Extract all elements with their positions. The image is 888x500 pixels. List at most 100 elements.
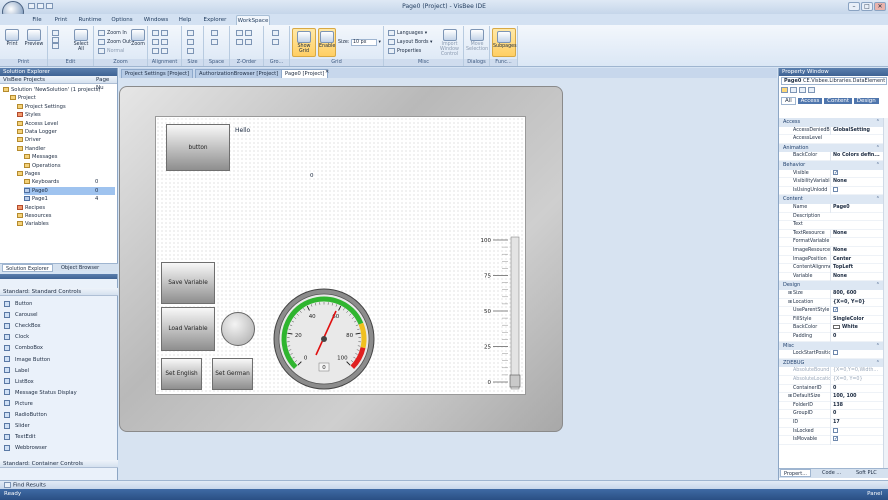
tree-node[interactable]: Project [10,94,115,102]
minimize-button[interactable]: – [848,2,860,11]
property-value[interactable]: GlobalSetting [830,126,888,136]
property-row[interactable]: ImagePosition Center [779,255,888,265]
indicator-lamp[interactable] [221,312,255,346]
toolbox-item[interactable]: ComboBox [4,343,43,353]
tab-authorization-browser[interactable]: AuthorizationBrowser [Project] [195,69,283,78]
property-value[interactable] [830,350,888,359]
property-value[interactable]: {X=0,Y=0,Width... [830,367,888,376]
import-window-control-button[interactable]: Import Window Control [436,29,463,57]
same-size-icon[interactable] [187,47,194,54]
group-icon[interactable] [272,29,279,36]
cut-icon[interactable] [52,30,59,36]
copy-icon[interactable] [52,36,59,43]
property-row[interactable]: AbsoluteLocatio {X=0, Y=0} [779,376,888,385]
send-back-icon[interactable] [245,29,252,36]
property-row[interactable]: ⊞ Size 800, 600 [779,290,888,299]
property-value[interactable] [830,427,888,437]
collapse-icon[interactable]: ⌃ [876,118,880,127]
zoom-button[interactable]: Zoom [130,29,146,47]
property-checkbox[interactable] [833,186,838,192]
close-tab-icon[interactable]: ✕ [325,69,329,75]
property-row[interactable]: AccessLevel [779,135,888,144]
zoom-in-button[interactable]: Zoom In [98,29,131,38]
tree-node[interactable]: Messages [24,153,115,161]
property-row[interactable]: IsMovable [779,436,888,445]
toolbox-item[interactable]: Label [4,366,29,376]
property-category[interactable]: Animation ⌃ [779,143,883,153]
property-row[interactable]: Name Page0 [779,204,888,213]
toolbox-item[interactable]: CheckBox [4,321,41,331]
property-category[interactable]: Behavior ⌃ [779,161,883,170]
same-width-icon[interactable] [187,29,194,36]
tree-node[interactable]: Driver [17,136,115,144]
toolbox-item[interactable]: Picture [4,399,33,409]
property-category[interactable]: Misc ⌃ [779,341,883,351]
property-value[interactable]: 0 [830,333,888,342]
property-value[interactable]: 0 [830,384,888,394]
redo-icon[interactable] [46,3,53,9]
vertical-slider[interactable]: 100 75 50 25 0 [476,232,526,392]
collapse-icon[interactable]: ⌃ [876,144,880,153]
property-checkbox[interactable] [833,169,838,175]
set-german-button[interactable]: Set German [212,358,253,390]
property-row[interactable]: Visible [779,169,888,179]
tab-code[interactable]: Code ... [819,469,844,477]
properties-button[interactable]: Properties [388,47,432,56]
property-checkbox[interactable] [833,350,838,356]
property-value[interactable]: SingleColor [830,315,888,325]
set-english-button[interactable]: Set English [161,358,202,390]
property-category[interactable]: Content ⌃ [779,195,883,204]
property-row[interactable]: GroupID 0 [779,410,888,419]
align-right-icon[interactable] [152,47,159,54]
property-row[interactable]: Variable None [779,272,888,282]
property-value[interactable]: 17 [830,419,888,428]
align-middle-icon[interactable] [161,38,168,45]
tree-node[interactable]: Access Level [17,120,115,128]
property-value[interactable]: None [830,229,888,239]
property-value[interactable]: 0 [830,410,888,419]
tree-node[interactable]: Variables [17,220,115,228]
tab-workspace[interactable]: WorkSpace [236,15,270,25]
alphabetical-icon[interactable] [790,87,797,93]
property-row[interactable]: IsLocked [779,427,888,437]
tab-explorer[interactable]: Explorer [200,15,230,25]
property-row[interactable]: FormatVariable [779,238,888,247]
property-row[interactable]: ImageResource None [779,247,888,256]
property-row[interactable]: FillStyle SingleColor [779,315,888,325]
property-row[interactable]: ContentAlignme TopLeft [779,264,888,273]
tree-node[interactable]: Project Settings [17,103,115,111]
ungroup-icon[interactable] [272,38,279,45]
tab-visbee-projects[interactable]: VisBee Projects [3,77,45,83]
property-row[interactable]: ContainerID 0 [779,384,888,394]
align-left-icon[interactable] [152,29,159,36]
toolbox-item[interactable]: Slider [4,421,30,431]
property-pages-icon[interactable] [808,87,815,93]
property-scrollbar[interactable] [883,118,888,468]
tree-node[interactable]: Resources [17,212,115,220]
property-value[interactable]: {X=0, Y=0} [830,376,888,385]
expand-icon[interactable]: ⊞ [788,299,792,308]
expand-icon[interactable]: ⊞ [788,393,792,402]
maximize-button[interactable]: □ [861,2,873,11]
property-category[interactable]: Design ⌃ [779,281,883,290]
zero-label[interactable]: 0 [310,173,314,179]
bring-forward-icon[interactable] [236,38,243,45]
property-value[interactable]: Center [830,255,888,265]
save-variable-button[interactable]: Save Variable [161,262,215,304]
property-row[interactable]: FolderID 138 [779,401,888,411]
tab-project-settings[interactable]: Project Settings [Project] [121,69,194,78]
property-value[interactable] [830,307,888,316]
chevron-down-icon[interactable]: ▾ [377,40,381,45]
categorized-icon[interactable] [781,87,788,93]
tab-design[interactable]: Design [853,98,879,104]
property-row[interactable]: ⊞ DefaultSize 100, 100 [779,393,888,402]
property-row[interactable]: TextResource None [779,229,888,239]
property-value[interactable]: 100, 100 [830,393,888,402]
send-backward-icon[interactable] [245,38,252,45]
property-value[interactable]: No Colors defin... [830,152,888,161]
tab-all[interactable]: All [781,97,796,105]
toolbox-item[interactable]: RadioButton [4,410,47,420]
collapse-icon[interactable]: ⌃ [876,342,880,351]
toolbox-item[interactable]: Image Button [4,355,50,365]
property-value[interactable] [830,169,888,179]
